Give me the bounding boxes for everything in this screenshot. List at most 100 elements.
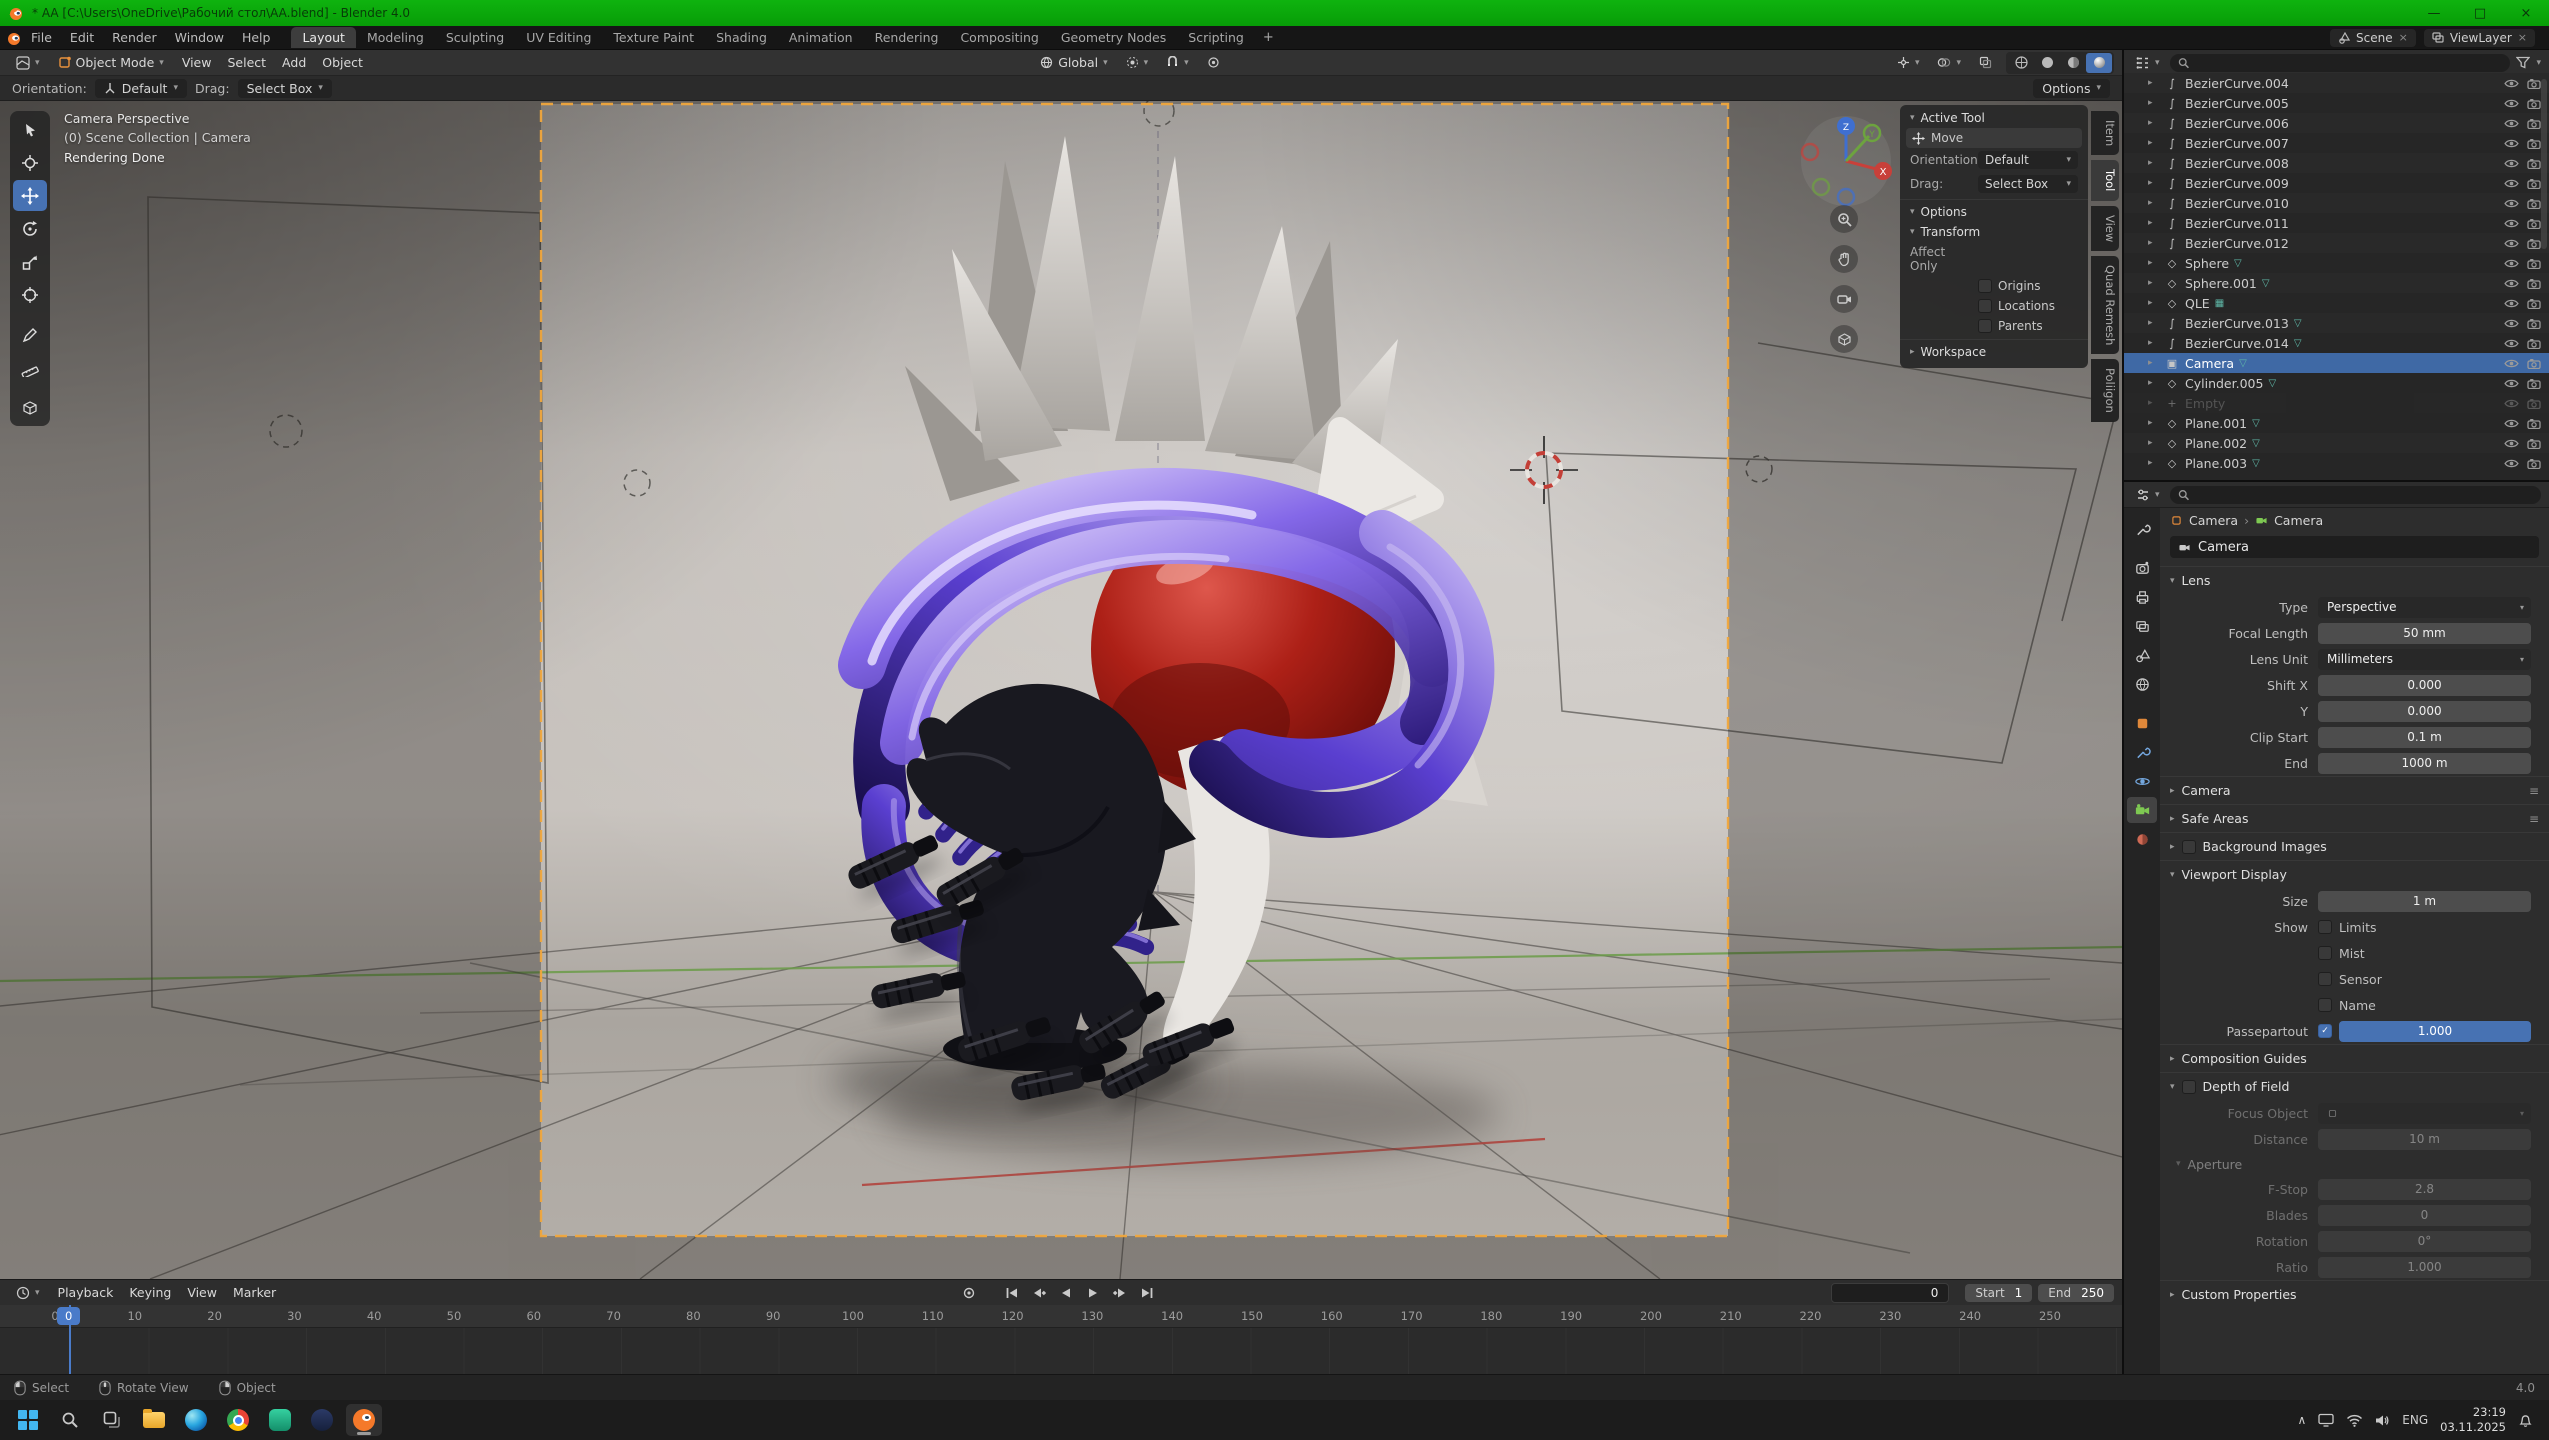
tool-cursor[interactable]	[13, 147, 47, 178]
pan-button[interactable]	[1830, 245, 1858, 273]
taskbar-app-icon-2[interactable]	[304, 1404, 340, 1436]
object-name[interactable]: Sphere.001	[2185, 276, 2257, 291]
properties-tab-physics[interactable]	[2127, 768, 2157, 794]
properties-tab-object[interactable]	[2127, 710, 2157, 736]
outliner-row[interactable]: ▸ ◇ Sphere ▽	[2124, 253, 2549, 273]
properties-tab-world[interactable]	[2127, 671, 2157, 697]
object-name[interactable]: Plane.001	[2185, 416, 2247, 431]
disclosure-arrow-icon[interactable]: ▸	[2148, 418, 2159, 428]
disclosure-arrow-icon[interactable]: ▸	[2148, 278, 2159, 288]
hide-in-viewport-icon[interactable]	[2504, 318, 2519, 329]
outliner-row[interactable]: ▸ ◇ Cylinder.005 ▽	[2124, 373, 2549, 393]
disclosure-arrow-icon[interactable]: ▸	[2148, 438, 2159, 448]
outliner-row[interactable]: ▸ ◇ Plane.002 ▽	[2124, 433, 2549, 453]
pivot-point-selector[interactable]: ▾	[1118, 54, 1157, 71]
disclosure-arrow-icon[interactable]: ▸	[2148, 358, 2159, 368]
language-indicator[interactable]: ENG	[2402, 1413, 2428, 1427]
disable-in-render-icon[interactable]	[2527, 398, 2541, 409]
viewport-menu-item[interactable]: Object	[314, 53, 371, 72]
hide-in-viewport-icon[interactable]	[2504, 238, 2519, 249]
taskbar-clock[interactable]: 23:19 03.11.2025	[2440, 1405, 2506, 1435]
focus-object-field[interactable]	[2318, 1103, 2531, 1124]
outliner-row[interactable]: ▸ + Empty	[2124, 393, 2549, 413]
disable-in-render-icon[interactable]	[2527, 278, 2541, 289]
viewport-menu-item[interactable]: View	[174, 53, 220, 72]
show-limits-checkbox[interactable]	[2318, 920, 2332, 934]
blades-field[interactable]: 0	[2318, 1205, 2531, 1226]
tool-measure[interactable]	[13, 352, 47, 383]
properties-tab-viewlayer[interactable]	[2127, 613, 2157, 639]
n-panel-tab[interactable]: Item	[2091, 111, 2119, 155]
xray-toggle[interactable]	[1971, 54, 2000, 71]
disclosure-arrow-icon[interactable]: ▸	[2148, 458, 2159, 468]
object-name[interactable]: BezierCurve.005	[2185, 96, 2289, 111]
hide-in-viewport-icon[interactable]	[2504, 158, 2519, 169]
transform-orientation-selector[interactable]: Global ▾	[1032, 53, 1115, 72]
np-orientation-dropdown[interactable]: Default ▾	[1978, 151, 2078, 169]
timeline-menu-item[interactable]: View	[179, 1283, 225, 1302]
tool-add-primitive[interactable]	[13, 392, 47, 423]
disable-in-render-icon[interactable]	[2527, 98, 2541, 109]
menubar-item[interactable]: Render	[103, 28, 166, 47]
disable-in-render-icon[interactable]	[2527, 258, 2541, 269]
close-button[interactable]: ×	[2503, 0, 2549, 26]
np-workspace-header[interactable]: ▸ Workspace	[1900, 339, 2088, 362]
editor-type-button[interactable]: ▾	[8, 54, 48, 72]
outliner-row[interactable]: ▸ ∫ BezierCurve.009	[2124, 173, 2549, 193]
checkbox[interactable]	[1978, 319, 1992, 333]
taskbar-search-button[interactable]	[52, 1404, 88, 1436]
minimize-button[interactable]: —	[2411, 0, 2457, 26]
prev-keyframe-button[interactable]	[1026, 1283, 1051, 1303]
checkbox[interactable]	[1978, 299, 1992, 313]
workspace-tab[interactable]: Geometry Nodes	[1050, 27, 1177, 48]
active-tool-header[interactable]: ▾ Active Tool	[1900, 108, 2088, 128]
object-name[interactable]: Cylinder.005	[2185, 376, 2263, 391]
disclosure-arrow-icon[interactable]: ▸	[2148, 198, 2159, 208]
menubar-item[interactable]: File	[22, 28, 61, 47]
breadcrumb-object[interactable]: Camera	[2189, 513, 2238, 528]
taskbar-chrome-icon[interactable]	[220, 1404, 256, 1436]
lens-type-dropdown[interactable]: Perspective	[2318, 597, 2531, 618]
timeline-editor-type-button[interactable]: ▾	[8, 1284, 48, 1302]
properties-search[interactable]	[2170, 486, 2541, 504]
hide-in-viewport-icon[interactable]	[2504, 378, 2519, 389]
disable-in-render-icon[interactable]	[2527, 298, 2541, 309]
composition-guides-section-header[interactable]: ▸ Composition Guides	[2160, 1044, 2549, 1072]
disable-in-render-icon[interactable]	[2527, 358, 2541, 369]
shift-x-field[interactable]: 0.000	[2318, 675, 2531, 696]
tool-transform[interactable]	[13, 279, 47, 310]
disable-in-render-icon[interactable]	[2527, 138, 2541, 149]
properties-tab-material[interactable]	[2127, 826, 2157, 852]
outliner-row[interactable]: ▸ ∫ BezierCurve.011	[2124, 213, 2549, 233]
shading-solid-button[interactable]	[2034, 53, 2060, 73]
workspace-tab[interactable]: UV Editing	[515, 27, 602, 48]
dof-checkbox[interactable]	[2182, 1080, 2196, 1094]
workspace-tab[interactable]: Animation	[778, 27, 864, 48]
hide-in-viewport-icon[interactable]	[2504, 438, 2519, 449]
volume-icon[interactable]	[2375, 1414, 2390, 1427]
outliner-row[interactable]: ▸ ◇ Plane.003 ▽	[2124, 453, 2549, 473]
disclosure-arrow-icon[interactable]: ▸	[2148, 338, 2159, 348]
properties-editor-type-button[interactable]: ▾	[2132, 486, 2164, 504]
taskbar-app-icon-1[interactable]	[262, 1404, 298, 1436]
scene-unlink-icon[interactable]: ×	[2399, 31, 2408, 44]
hide-in-viewport-icon[interactable]	[2504, 258, 2519, 269]
menubar-item[interactable]: Edit	[61, 28, 103, 47]
object-name[interactable]: BezierCurve.004	[2185, 76, 2289, 91]
menubar-item[interactable]: Window	[166, 28, 233, 47]
hide-in-viewport-icon[interactable]	[2504, 218, 2519, 229]
hide-in-viewport-icon[interactable]	[2504, 298, 2519, 309]
workspace-tab[interactable]: Rendering	[864, 27, 950, 48]
disable-in-render-icon[interactable]	[2527, 378, 2541, 389]
current-frame-field[interactable]: 0	[1831, 1283, 1949, 1303]
outliner-row[interactable]: ▸ ∫ BezierCurve.005	[2124, 93, 2549, 113]
workspace-tab[interactable]: Compositing	[949, 27, 1049, 48]
outliner-row[interactable]: ▸ ∫ BezierCurve.008	[2124, 153, 2549, 173]
disable-in-render-icon[interactable]	[2527, 158, 2541, 169]
hide-in-viewport-icon[interactable]	[2504, 398, 2519, 409]
disable-in-render-icon[interactable]	[2527, 78, 2541, 89]
viewlayer-selector[interactable]: ViewLayer ×	[2424, 29, 2535, 47]
outliner-row[interactable]: ▸ ∫ BezierCurve.013 ▽	[2124, 313, 2549, 333]
outliner-row[interactable]: ▸ ◇ QLE ▦	[2124, 293, 2549, 313]
shift-y-field[interactable]: 0.000	[2318, 701, 2531, 722]
